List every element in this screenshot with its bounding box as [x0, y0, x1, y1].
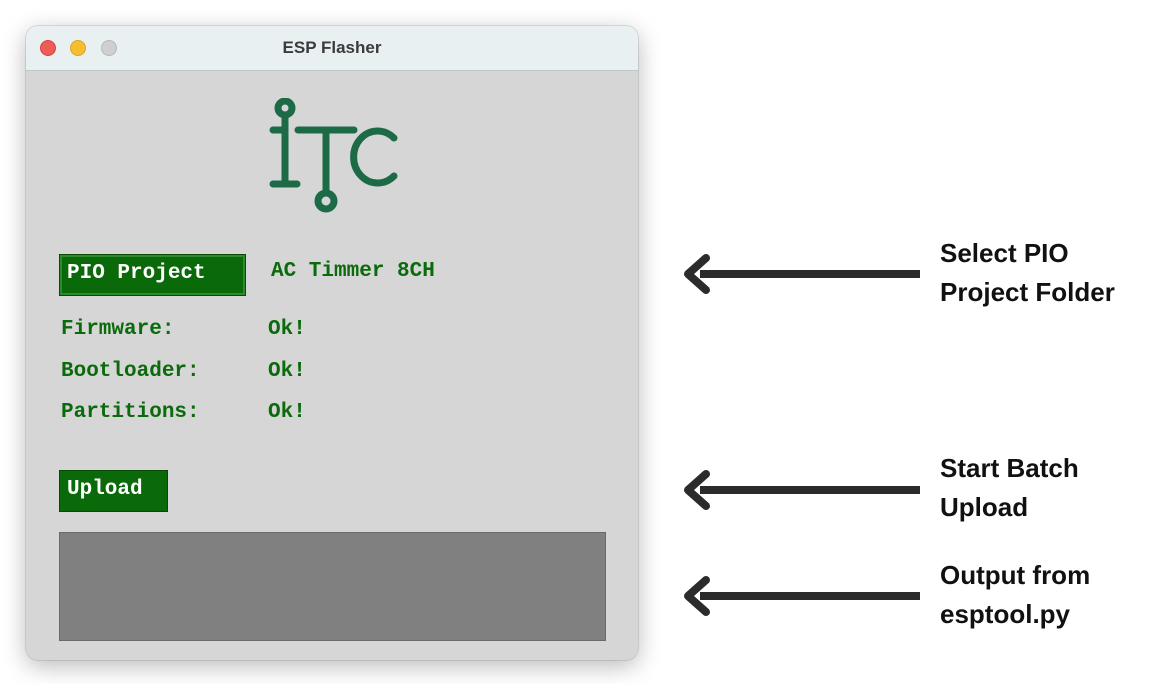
annotation-output: Output from esptool.py: [680, 554, 1150, 634]
annotation-text: Output from esptool.py: [940, 560, 1091, 629]
left-arrow-icon: [684, 254, 920, 294]
annotation-select-project: Select PIO Project Folder: [680, 232, 1150, 312]
project-name-label: AC Timmer 8CH: [271, 260, 435, 283]
app-window: ESP Flasher PIO Project AC Timmer 8CH Fi…: [26, 26, 638, 660]
pio-project-button[interactable]: PIO Project: [59, 254, 246, 296]
bootloader-status: Ok!: [268, 360, 306, 383]
left-arrow-icon: [684, 470, 920, 510]
bootloader-label: Bootloader:: [61, 360, 200, 383]
firmware-status: Ok!: [268, 318, 306, 341]
window-title: ESP Flasher: [282, 38, 382, 57]
title-bar: ESP Flasher: [26, 26, 638, 71]
partitions-label: Partitions:: [61, 401, 200, 424]
annotation-start-upload: Start Batch Upload: [680, 448, 1150, 528]
output-console[interactable]: [59, 532, 606, 641]
left-arrow-icon: [684, 576, 920, 616]
itc-logo-icon: [269, 98, 398, 213]
partitions-status: Ok!: [268, 401, 306, 424]
annotation-text: Select PIO Project Folder: [940, 238, 1115, 307]
annotation-text: Start Batch Upload: [940, 453, 1079, 522]
upload-button[interactable]: Upload: [59, 470, 168, 512]
firmware-label: Firmware:: [61, 318, 175, 341]
